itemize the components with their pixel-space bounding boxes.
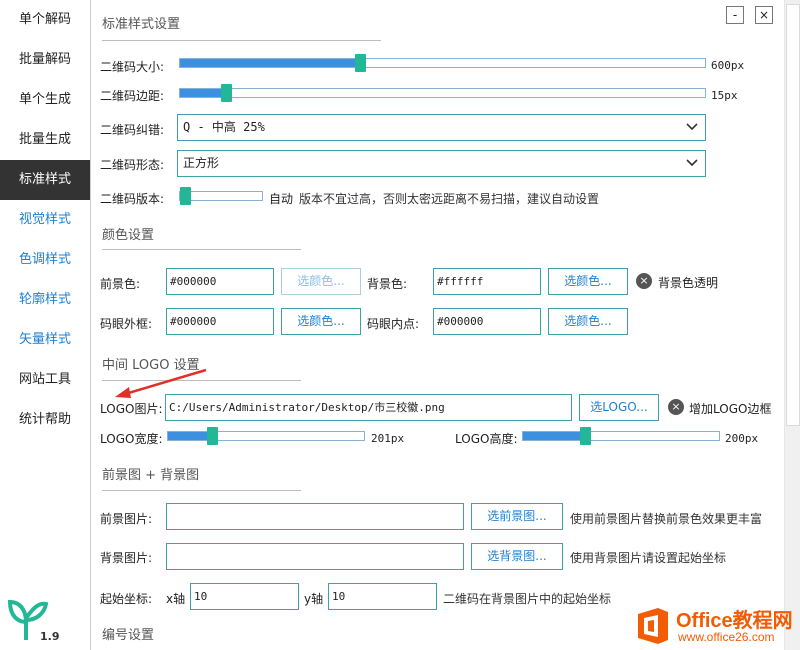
fg-color-input[interactable]: #000000 [166, 268, 274, 295]
qr-size-value: 600px [711, 59, 745, 72]
qr-version-auto: 自动 [269, 192, 294, 206]
sidebar-item[interactable]: 批量生成 [0, 120, 90, 160]
bg-color-label: 背景色: [367, 277, 408, 291]
bg-image-label: 背景图片: [100, 551, 153, 565]
logo-height-label: LOGO高度: [455, 432, 518, 446]
sidebar-item[interactable]: 标准样式 [0, 160, 90, 200]
qr-version-label: 二维码版本: [100, 192, 165, 206]
slider-thumb[interactable] [180, 187, 191, 205]
eye-dot-input[interactable]: #000000 [433, 308, 541, 335]
logo-width-value: 201px [371, 432, 405, 445]
sidebar: 单个解码 批量解码 单个生成 批量生成 标准样式 视觉样式 色调样式 轮廓样式 矢量样式 网站工具… [0, 0, 91, 650]
logo-select-button[interactable]: 选LOGO... [579, 394, 659, 421]
logo-height-value: 200px [725, 432, 759, 445]
qr-shape-select[interactable]: 正方形 [177, 150, 706, 177]
close-button[interactable]: × [755, 6, 773, 24]
bg-image-hint: 使用背景图片请设置起始坐标 [570, 551, 727, 565]
bg-image-input[interactable] [166, 543, 464, 570]
sidebar-item[interactable]: 色调样式 [0, 240, 90, 280]
section-title-standard: 标准样式设置 [102, 17, 181, 32]
fg-color-label: 前景色: [100, 277, 141, 291]
settings-panel: - × 标准样式设置 二维码大小: 600px 二维码边距: 15px 二维码纠… [91, 0, 784, 650]
chevron-down-icon [686, 159, 698, 167]
section-title-colors: 颜色设置 [102, 228, 155, 243]
fg-color-button[interactable]: 选颜色... [281, 268, 361, 295]
eye-frame-button[interactable]: 选颜色... [281, 308, 361, 335]
slider-thumb[interactable] [355, 54, 366, 72]
sidebar-item[interactable]: 网站工具 [0, 360, 90, 400]
sidebar-item[interactable]: 矢量样式 [0, 320, 90, 360]
sidebar-item[interactable]: 单个生成 [0, 80, 90, 120]
bg-color-input[interactable]: #ffffff [433, 268, 541, 295]
bg-transparent-label[interactable]: 背景色透明 [658, 274, 718, 291]
logo-border-label[interactable]: 增加LOGO边框 [689, 400, 771, 417]
slider-thumb[interactable] [207, 427, 218, 445]
eye-frame-input[interactable]: #000000 [166, 308, 274, 335]
logo-width-slider[interactable] [167, 427, 365, 445]
slider-fill [180, 59, 360, 67]
fg-image-hint: 使用前景图片替换前景色效果更丰富 [570, 512, 763, 526]
watermark: Office教程网 www.office26.com [634, 602, 800, 648]
eye-dot-label: 码眼内点: [367, 317, 420, 331]
slider-thumb[interactable] [221, 84, 232, 102]
watermark-url: www.office26.com [678, 630, 775, 644]
start-coord-hint: 二维码在背景图片中的起始坐标 [443, 592, 612, 606]
qr-size-label: 二维码大小: [100, 60, 165, 74]
office-logo-icon [638, 608, 668, 644]
scrollbar-thumb[interactable] [786, 4, 800, 426]
qr-shape-label: 二维码形态: [100, 158, 165, 172]
qr-margin-slider[interactable] [179, 84, 706, 102]
qr-version-hint: 版本不宜过高，否则太密远距离不易扫描，建议自动设置 [299, 192, 600, 206]
qr-size-slider[interactable] [179, 54, 706, 72]
slider-fill [168, 432, 212, 440]
close-circle-icon[interactable]: × [668, 399, 684, 415]
section-title-images: 前景图 + 背景图 [102, 468, 200, 483]
eye-frame-label: 码眼外框: [100, 317, 153, 331]
start-coord-label: 起始坐标: [100, 592, 153, 606]
qr-version-slider[interactable] [179, 187, 263, 205]
section-divider [102, 490, 301, 491]
section-title-numbering: 编号设置 [102, 628, 155, 643]
fg-image-input[interactable] [166, 503, 464, 530]
section-divider [102, 40, 381, 41]
watermark-title: Office教程网 [676, 610, 793, 632]
qr-ecc-label: 二维码纠错: [100, 123, 165, 137]
qr-ecc-value: Q - 中高 25% [183, 120, 265, 134]
y-coord-input[interactable]: 10 [328, 583, 437, 610]
logo-height-slider[interactable] [522, 427, 720, 445]
logo-width-label: LOGO宽度: [100, 432, 163, 446]
qr-margin-label: 二维码边距: [100, 89, 165, 103]
sidebar-item[interactable]: 统计帮助 [0, 400, 90, 440]
qr-shape-value: 正方形 [183, 156, 220, 170]
section-divider [102, 249, 301, 250]
chevron-down-icon [686, 123, 698, 131]
sidebar-item[interactable]: 批量解码 [0, 40, 90, 80]
qr-ecc-select[interactable]: Q - 中高 25% [177, 114, 706, 141]
qr-margin-value: 15px [711, 89, 738, 102]
bg-color-button[interactable]: 选颜色... [548, 268, 628, 295]
logo-path-input[interactable]: C:/Users/Administrator/Desktop/市三校徽.png [165, 394, 572, 421]
bg-image-button[interactable]: 选背景图... [471, 543, 563, 570]
fg-image-button[interactable]: 选前景图... [471, 503, 563, 530]
sidebar-item[interactable]: 视觉样式 [0, 200, 90, 240]
fg-image-label: 前景图片: [100, 512, 153, 526]
version-label: 1.9 [40, 630, 60, 643]
sidebar-item[interactable]: 单个解码 [0, 0, 90, 40]
x-axis-label: x轴 [166, 592, 186, 606]
slider-thumb[interactable] [580, 427, 591, 445]
x-coord-input[interactable]: 10 [190, 583, 299, 610]
sidebar-item[interactable]: 轮廓样式 [0, 280, 90, 320]
slider-fill [523, 432, 585, 440]
eye-dot-button[interactable]: 选颜色... [548, 308, 628, 335]
minimize-button[interactable]: - [726, 6, 744, 24]
slider-fill [180, 89, 226, 97]
logo-image-label: LOGO图片: [100, 402, 163, 416]
y-axis-label: y轴 [304, 592, 324, 606]
close-circle-icon[interactable]: × [636, 273, 652, 289]
